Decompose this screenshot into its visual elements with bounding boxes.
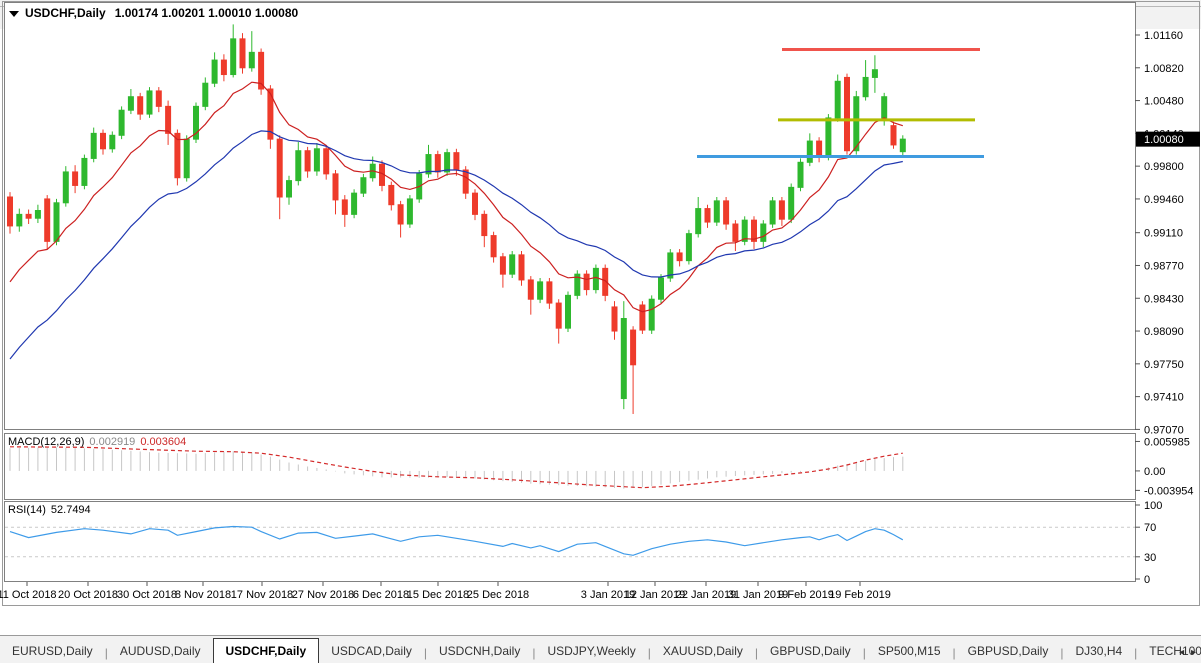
tab-audusd-daily[interactable]: AUDUSD,Daily (108, 640, 213, 662)
symbol-tabbar: EURUSD,Daily|AUDUSD,DailyUSDCHF,DailyUSD… (0, 635, 1201, 663)
tab-scroll-arrows: ◂ ▸ (1179, 647, 1198, 658)
chart-frame (3, 2, 1200, 606)
price-axis-label: 0.97070 (1144, 424, 1184, 436)
mt4-terminal: M30H1H4D1W1MN 1.011601.008201.004801.001… (0, 0, 1201, 663)
rsi-axis-label: 0 (1144, 574, 1150, 586)
candle-up (593, 265, 598, 294)
tab-sp500-m15[interactable]: SP500,M15 (866, 640, 953, 662)
tab-gbpusd-daily[interactable]: GBPUSD,Daily (956, 640, 1061, 662)
date-tick-label: 20 Oct 2018 (58, 589, 118, 601)
tab-usdcnh-daily[interactable]: USDCNH,Daily (427, 640, 532, 662)
price-axis-label: 1.01160 (1144, 30, 1183, 42)
price-axis-label: 0.99800 (1144, 161, 1184, 173)
macd-axis-label: 0.00 (1144, 466, 1165, 478)
candle-down (845, 74, 850, 155)
tab-xauusd-daily[interactable]: XAUUSD,Daily (651, 640, 755, 662)
price-axis-label: 0.99110 (1144, 228, 1183, 240)
candle-up (407, 195, 412, 228)
candle-down (240, 33, 245, 74)
candle-down (640, 301, 645, 334)
date-tick-label: 6 Dec 2018 (353, 589, 409, 601)
price-axis-label: 1.00820 (1144, 63, 1184, 75)
candle-up (798, 158, 803, 191)
candle-down (259, 49, 264, 95)
price-axis-label: 0.99460 (1144, 194, 1184, 206)
rsi-pane-border (5, 502, 1136, 582)
candle-up (361, 174, 366, 197)
candle-up (835, 75, 840, 122)
rsi-axis-label: 70 (1144, 522, 1156, 534)
current-price-label: 1.00080 (1144, 134, 1184, 146)
candle-up (659, 274, 664, 303)
tab-usdcad-daily[interactable]: USDCAD,Daily (319, 640, 424, 662)
tab-scroll-left-icon[interactable]: ◂ (1179, 647, 1186, 658)
date-tick-label: 30 Oct 2018 (117, 589, 177, 601)
candle-up (538, 278, 543, 303)
date-tick-label: 17 Nov 2018 (231, 589, 293, 601)
candle-up (770, 197, 775, 228)
candle-up (119, 106, 124, 139)
candle-down (891, 122, 896, 149)
macd-axis-label: -0.003954 (1144, 485, 1194, 497)
candle-up (649, 295, 654, 334)
candle-up (789, 184, 794, 224)
macd-label: MACD(12,26,9)0.0029190.003604 (8, 436, 186, 448)
candle-up (668, 249, 673, 282)
candle-up (575, 270, 580, 299)
rsi-axis-label: 100 (1144, 500, 1162, 512)
price-axis-label: 0.97410 (1144, 392, 1184, 404)
date-tick-label: 8 Nov 2018 (175, 589, 231, 601)
candle-up (445, 149, 450, 176)
candle-up (194, 103, 199, 144)
rsi-axis-label: 30 (1144, 552, 1156, 564)
price-axis: 1.011601.008201.004801.001400.998000.994… (1135, 30, 1200, 586)
date-axis: 11 Oct 201820 Oct 201830 Oct 20188 Nov 2… (0, 582, 891, 601)
date-tick-label: 19 Feb 2019 (829, 589, 891, 601)
candle-down (45, 195, 50, 249)
price-axis-label: 0.98090 (1144, 326, 1184, 338)
date-tick-label: 15 Dec 2018 (407, 589, 469, 601)
tab-usdchf-daily[interactable]: USDCHF,Daily (213, 638, 320, 663)
main-pane-border (5, 3, 1136, 430)
candle-up (184, 135, 189, 181)
date-tick-label: 27 Nov 2018 (292, 589, 354, 601)
candle-up (352, 189, 357, 218)
tab-dj30-h4[interactable]: DJ30,H4 (1063, 640, 1134, 662)
price-axis-label: 0.98430 (1144, 293, 1184, 305)
candle-up (686, 230, 691, 265)
price-axis-label: 0.97750 (1144, 359, 1184, 371)
candle-up (714, 197, 719, 226)
candle-up (510, 251, 515, 278)
price-axis-label: 1.00480 (1144, 96, 1184, 108)
candle-up (147, 87, 152, 118)
candle-up (742, 216, 747, 245)
candle-up (63, 166, 68, 207)
candle-up (566, 292, 571, 333)
candle-up (82, 155, 87, 190)
tab-eurusd-daily[interactable]: EURUSD,Daily (0, 640, 105, 662)
macd-axis-label: 0.005985 (1144, 436, 1190, 448)
chart-canvas[interactable]: 1.011601.008201.004801.001400.998000.994… (0, 0, 1201, 606)
chart-title: USDCHF,Daily1.00174 1.00201 1.00010 1.00… (25, 6, 299, 20)
tab-usdjpy-weekly[interactable]: USDJPY,Weekly (535, 640, 647, 662)
date-tick-label: 11 Oct 2018 (0, 589, 57, 601)
tab-gbpusd-daily[interactable]: GBPUSD,Daily (758, 640, 863, 662)
date-tick-label: 9 Feb 2019 (778, 589, 834, 601)
date-tick-label: 25 Dec 2018 (467, 589, 529, 601)
price-axis-label: 0.98770 (1144, 260, 1184, 272)
tab-scroll-right-icon[interactable]: ▸ (1191, 647, 1198, 658)
